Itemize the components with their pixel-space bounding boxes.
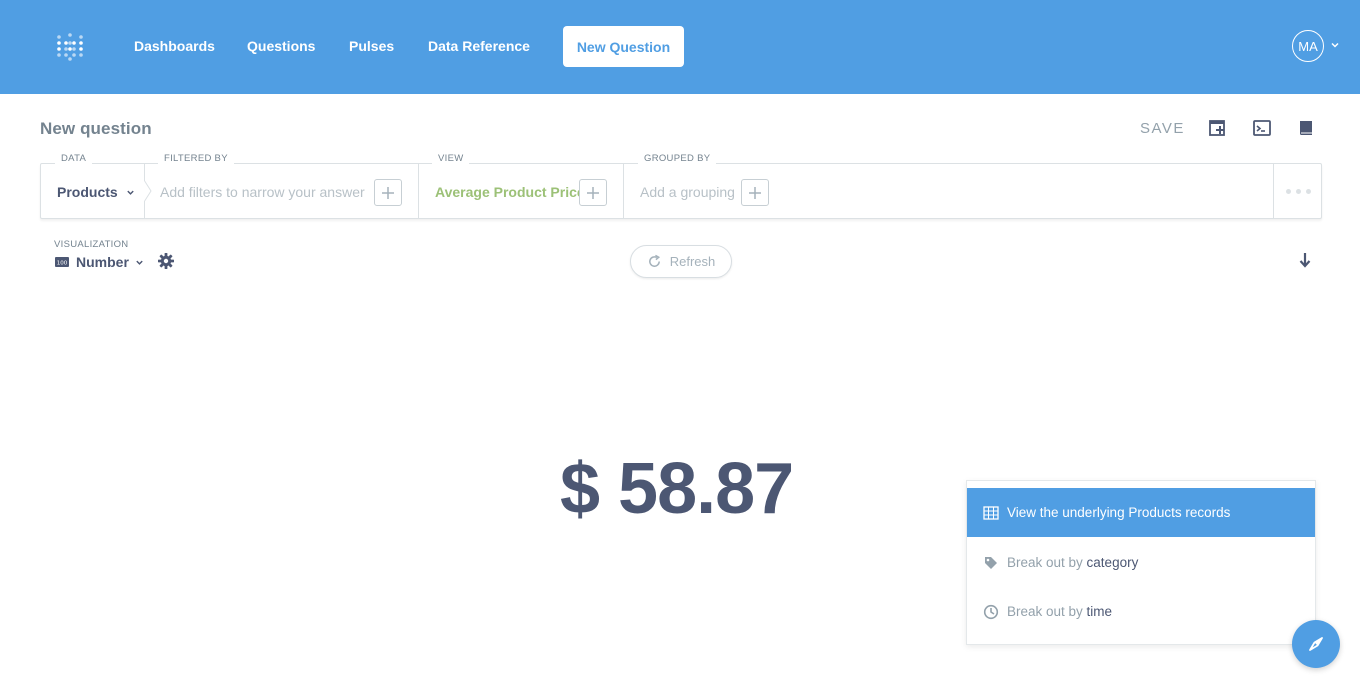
more-options-button[interactable] [1273,163,1322,219]
plus-icon [587,186,599,199]
data-section-label: DATA [55,153,93,164]
data-source-label: Products [57,184,118,200]
top-navigation: Dashboards Questions Pulses Data Referen… [0,0,1360,94]
actions-popover: View the underlying Products records Bre… [966,480,1316,645]
add-to-dashboard-icon[interactable] [1208,118,1228,138]
tag-icon [985,556,997,569]
qb-arrow-divider [144,180,152,202]
avatar[interactable]: MA [1292,30,1324,62]
dot-icon [1285,188,1291,194]
filter-placeholder[interactable]: Add filters to narrow your answer [160,184,365,200]
table-icon [983,505,999,520]
filter-section-label: FILTERED BY [158,153,234,164]
reference-book-icon[interactable] [1296,118,1316,138]
grouping-placeholder[interactable]: Add a grouping [640,184,735,200]
break-out-by-time-action[interactable]: Break out by time [967,587,1315,636]
visualization-selector[interactable]: 100 Number [54,254,144,270]
refresh-button[interactable]: Refresh [630,245,732,278]
refresh-icon [648,254,660,267]
add-filter-button[interactable] [374,179,402,206]
page-title: New question [40,119,152,138]
add-grouping-button[interactable] [741,179,769,206]
refresh-label: Refresh [669,254,716,269]
sql-console-icon[interactable] [1252,118,1272,138]
qb-divider [418,164,419,218]
chevron-down-icon [136,260,143,265]
action-label: View the underlying Products records [1007,505,1231,520]
add-metric-button[interactable] [579,179,607,206]
svg-text:100: 100 [57,261,68,267]
chevron-down-icon[interactable] [1330,40,1340,50]
download-icon[interactable] [1298,252,1312,270]
plus-icon [749,186,761,199]
view-section-label: VIEW [432,153,470,164]
metric-selector[interactable]: Average Product Price [435,184,585,200]
compass-icon [1309,637,1323,651]
new-question-button[interactable]: New Question [563,26,684,67]
number-viz-icon: 100 [55,257,69,267]
nav-pulses[interactable]: Pulses [349,38,394,54]
visualization-label: VISUALIZATION [54,239,129,250]
nav-data-reference[interactable]: Data Reference [428,38,530,54]
metabase-logo-icon[interactable] [56,32,84,62]
action-field: time [1086,604,1113,619]
explore-compass-button[interactable] [1292,620,1340,668]
scalar-value[interactable]: $ 58.87 [560,448,805,530]
qb-divider [623,164,624,218]
dot-icon [1305,188,1311,194]
data-source-selector[interactable]: Products [57,184,135,200]
chevron-down-icon [126,190,134,195]
visualization-type: Number [76,254,129,270]
save-button[interactable]: SAVE [1140,120,1185,137]
nav-questions[interactable]: Questions [247,38,315,54]
action-label: Break out by [1007,555,1087,570]
view-underlying-records-action[interactable]: View the underlying Products records [967,488,1315,537]
gear-icon[interactable] [157,252,175,270]
clock-icon [983,604,999,619]
break-out-by-category-action[interactable]: Break out by category [967,538,1315,587]
plus-icon [382,186,394,199]
nav-dashboards[interactable]: Dashboards [134,38,215,54]
dot-icon [1295,188,1301,194]
action-label: Break out by [1007,604,1087,619]
grouping-section-label: GROUPED BY [638,153,717,164]
action-field: category [1086,555,1139,570]
